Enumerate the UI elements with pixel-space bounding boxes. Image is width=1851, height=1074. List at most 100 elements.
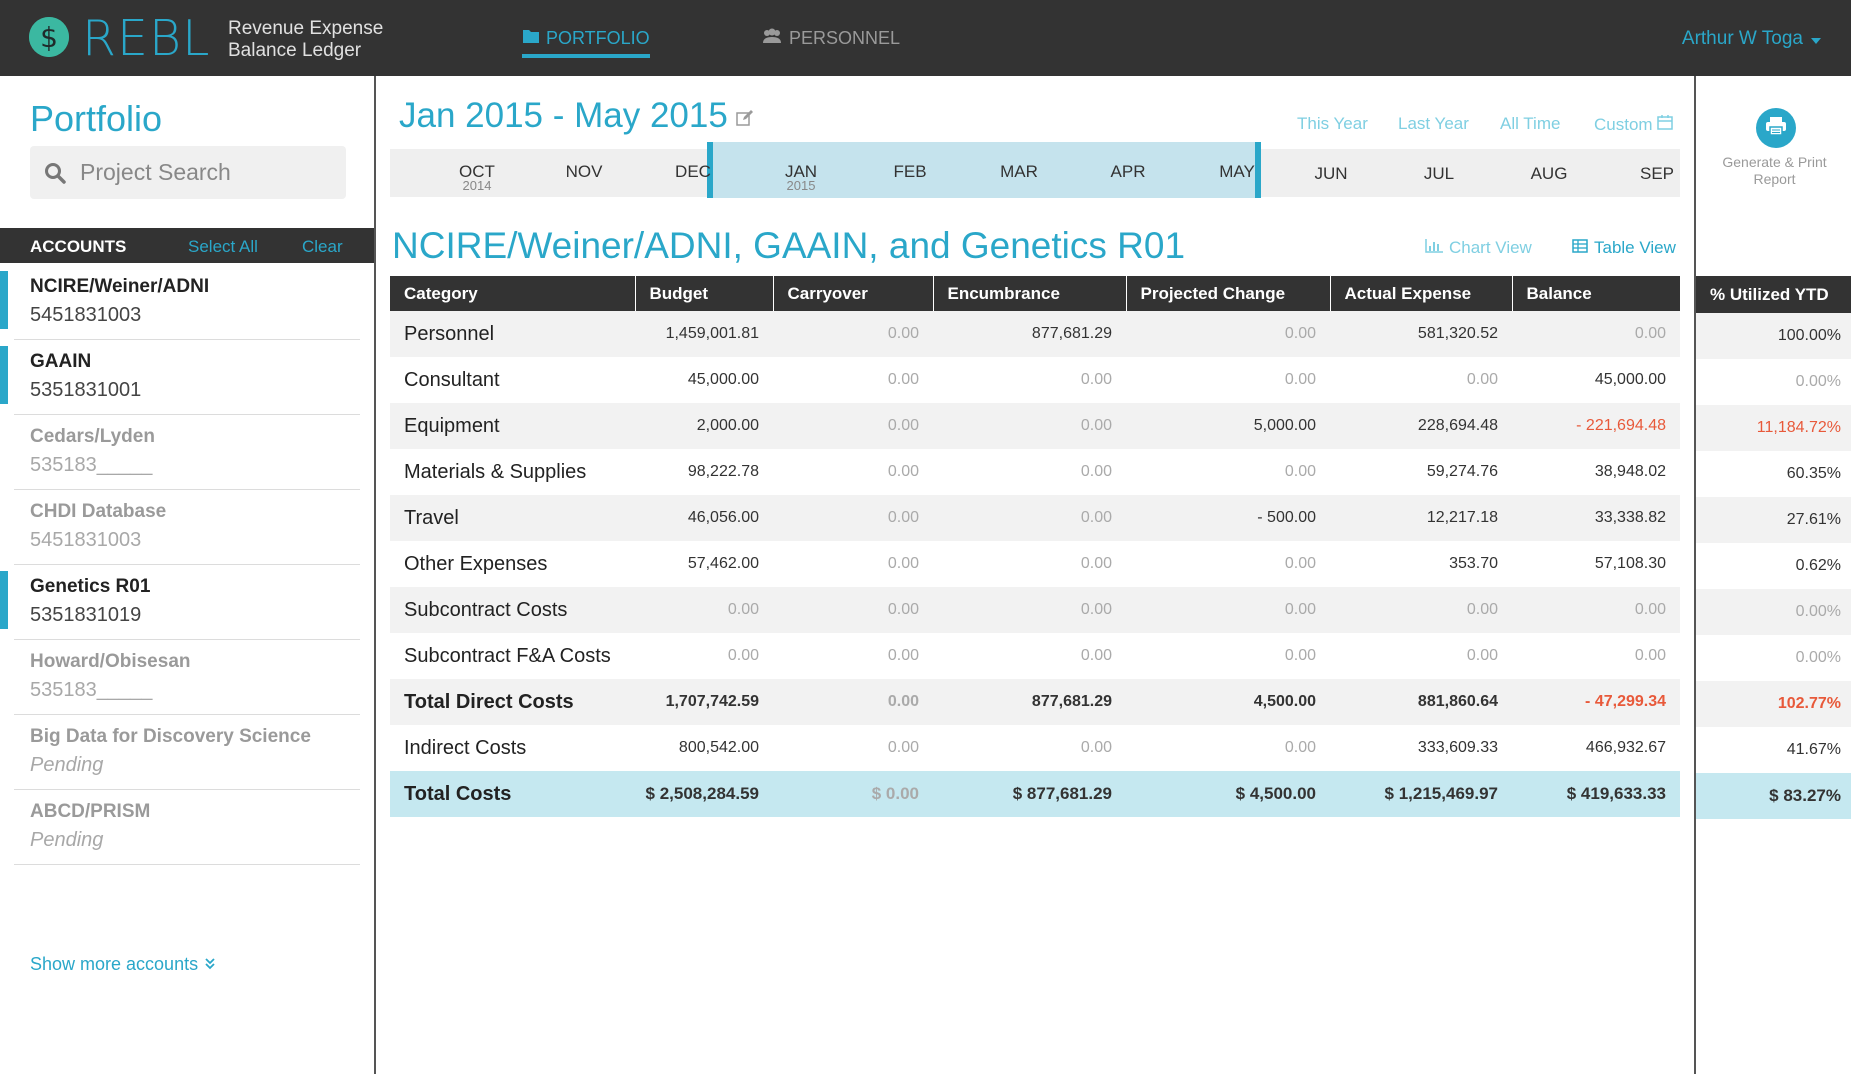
timeline-month-dec[interactable]: DEC (653, 162, 733, 182)
utilized-cell: 11,184.72% (1696, 405, 1851, 451)
double-chevron-down-icon (204, 954, 216, 975)
utilization-panel: Generate & Print Report % Utilized YTD 1… (1694, 76, 1851, 1074)
utilized-cell: 102.77% (1696, 681, 1851, 727)
range-last-year[interactable]: Last Year (1398, 114, 1469, 134)
select-all-link[interactable]: Select All (188, 237, 258, 257)
caret-down-icon (1811, 28, 1821, 50)
category-cell: Subcontract F&A Costs (404, 644, 611, 667)
account-item-howard-obisesan[interactable]: Howard/Obisesan 535183_____ (14, 640, 360, 715)
timeline-month-may[interactable]: MAY (1197, 162, 1277, 182)
budget-cell: 46,056.00 (635, 495, 773, 541)
column-header-encumbrance[interactable]: Encumbrance (933, 276, 1127, 311)
timeline-month-sep[interactable]: SEP (1617, 164, 1697, 184)
utilized-cell: 0.00% (1696, 589, 1851, 635)
nav-tab-portfolio[interactable]: PORTFOLIO (522, 28, 650, 58)
dollar-logo-icon: $ (29, 17, 69, 57)
utilized-cell: 41.67% (1786, 741, 1841, 758)
account-item-big-data[interactable]: Big Data for Discovery Science Pending (14, 715, 360, 790)
encumbrance-cell: 0.00 (933, 403, 1126, 449)
account-item-abcd-prism[interactable]: ABCD/PRISM Pending (14, 790, 360, 865)
chart-view-toggle[interactable]: Chart View (1425, 238, 1532, 258)
user-menu[interactable]: Arthur W Toga (1682, 28, 1821, 50)
balance-cell: - 47,299.34 (1512, 679, 1680, 725)
utilization-table: % Utilized YTD 100.00% 0.00% 11,184.72% … (1696, 276, 1851, 819)
category-cell: Indirect Costs (404, 736, 527, 759)
selected-accounts-title: NCIRE/Weiner/ADNI, GAAIN, and Genetics R… (392, 225, 1186, 266)
edit-icon[interactable] (736, 96, 754, 136)
portfolio-sidebar: Portfolio ACCOUNTS Select All Clear NCIR… (0, 76, 376, 1074)
budget-cell: $ 2,508,284.59 (635, 771, 773, 817)
actual-expense-cell: 0.00 (1466, 647, 1498, 664)
utilized-cell: 0.00% (1795, 649, 1841, 666)
account-item-gaain[interactable]: GAAIN 5351831001 (0, 340, 360, 415)
nav-tab-personnel-label: PERSONNEL (789, 28, 901, 48)
account-number: 5351831019 (30, 604, 142, 626)
account-number: 535183_____ (30, 454, 153, 476)
column-header-category[interactable]: Category (390, 276, 636, 311)
chart-view-label: Chart View (1449, 238, 1532, 257)
timeline-month-jun[interactable]: JUN (1291, 164, 1371, 184)
column-header-budget[interactable]: Budget (635, 276, 774, 311)
print-report-label[interactable]: Generate & Print Report (1696, 154, 1851, 188)
account-item-ncire-weiner-adni[interactable]: NCIRE/Weiner/ADNI 5451831003 (0, 265, 360, 340)
table-view-toggle[interactable]: Table View (1572, 238, 1676, 258)
account-item-chdi-database[interactable]: CHDI Database 5451831003 (14, 490, 360, 565)
table-row-total-direct: Total Direct Costs 1,707,742.59 0.00 877… (390, 679, 1680, 725)
print-report-button[interactable] (1756, 108, 1796, 148)
timeline-month-apr[interactable]: APR (1088, 162, 1168, 182)
account-selected-indicator (0, 271, 8, 329)
timeline-month-nov[interactable]: NOV (544, 162, 624, 182)
carryover-cell: 0.00 (773, 403, 933, 449)
range-all-time[interactable]: All Time (1500, 114, 1560, 134)
actual-expense-cell: 353.70 (1449, 555, 1498, 572)
budget-table: Category Budget Carryover Encumbrance Pr… (390, 276, 1680, 817)
timeline-month-mar[interactable]: MAR (979, 162, 1059, 182)
column-header-actual-expense[interactable]: Actual Expense (1330, 276, 1513, 311)
account-item-cedars-lyden[interactable]: Cedars/Lyden 535183_____ (14, 415, 360, 490)
folder-icon (522, 28, 540, 49)
actual-expense-cell: 12,217.18 (1330, 495, 1512, 541)
print-label-line1: Generate & Print (1722, 154, 1827, 170)
actual-expense-cell: 581,320.52 (1330, 311, 1512, 357)
column-header-balance[interactable]: Balance (1512, 276, 1680, 311)
table-row: Indirect Costs 800,542.00 0.00 0.00 0.00… (390, 725, 1680, 771)
account-name: Big Data for Discovery Science (30, 726, 311, 747)
nav-tab-personnel[interactable]: PERSONNEL (761, 28, 900, 49)
carryover-cell: $ 0.00 (773, 771, 933, 817)
account-item-genetics-r01[interactable]: Genetics R01 5351831019 (0, 565, 360, 640)
project-search-input[interactable] (78, 158, 332, 187)
column-header-carryover[interactable]: Carryover (773, 276, 934, 311)
category-cell: Personnel (390, 311, 635, 357)
projected-change-cell: 0.00 (1284, 647, 1316, 664)
timeline-month-aug[interactable]: AUG (1509, 164, 1589, 184)
project-search[interactable] (30, 146, 346, 199)
show-more-accounts-link[interactable]: Show more accounts (30, 954, 216, 975)
account-number: 5451831003 (30, 304, 142, 326)
column-header-utilized-ytd[interactable]: % Utilized YTD (1696, 276, 1851, 313)
print-label-line2: Report (1753, 171, 1796, 187)
column-header-projected-change[interactable]: Projected Change (1126, 276, 1331, 311)
account-name: Genetics R01 (30, 576, 151, 597)
printer-icon (1765, 116, 1787, 141)
encumbrance-cell: 0.00 (933, 495, 1126, 541)
timeline-month-jul[interactable]: JUL (1399, 164, 1479, 184)
projected-change-cell: 4,500.00 (1126, 679, 1330, 725)
projected-change-cell: 0.00 (1284, 463, 1316, 480)
timeline-month-feb[interactable]: FEB (870, 162, 950, 182)
utilized-cell: 0.00% (1795, 373, 1841, 390)
month-timeline[interactable]: OCT 2014 NOV DEC JAN 2015 FEB MAR APR MA… (390, 142, 1680, 198)
budget-cell: 0.00 (635, 587, 773, 633)
app-logo-text: REBL (82, 10, 211, 67)
range-this-year[interactable]: This Year (1297, 114, 1368, 134)
actual-expense-cell: 59,274.76 (1426, 463, 1498, 480)
clear-link[interactable]: Clear (302, 237, 343, 257)
range-custom[interactable]: Custom (1594, 114, 1673, 135)
users-icon (761, 28, 783, 49)
balance-cell: $ 419,633.33 (1512, 771, 1680, 817)
encumbrance-cell: 0.00 (1080, 463, 1112, 480)
budget-cell: 98,222.78 (687, 463, 759, 480)
budget-cell: 1,707,742.59 (635, 679, 773, 725)
actual-expense-cell: 0.00 (1330, 587, 1512, 633)
utilized-cell: $ 83.27% (1696, 773, 1851, 819)
budget-cell: 1,459,001.81 (635, 311, 773, 357)
